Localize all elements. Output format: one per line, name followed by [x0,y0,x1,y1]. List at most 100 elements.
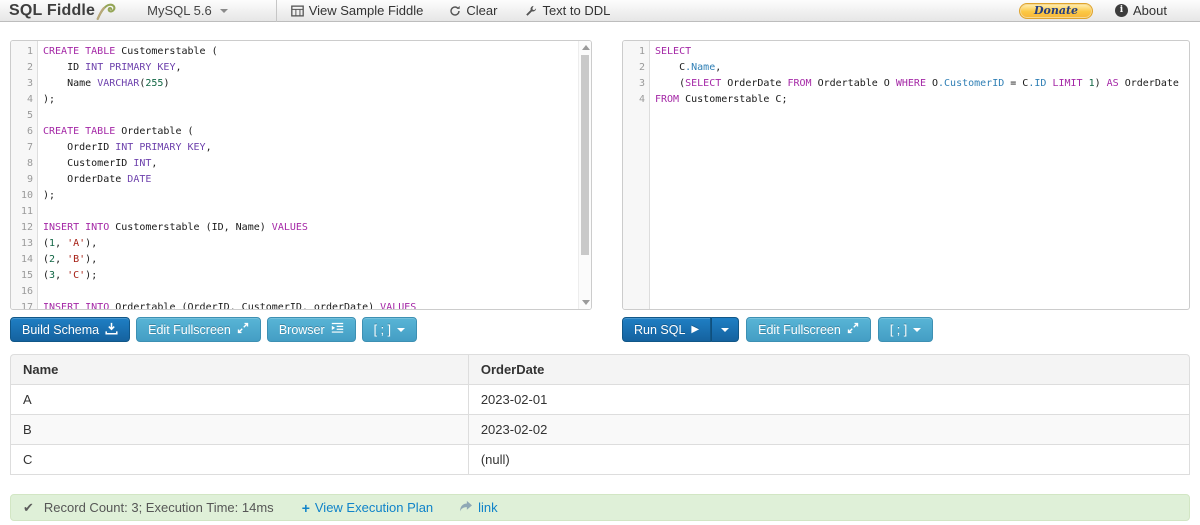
scrollbar-down-arrow-icon[interactable] [582,300,590,305]
table-cell: 2023-02-01 [467,384,1190,414]
play-icon: ▶ [691,323,700,335]
share-arrow-icon [459,500,473,515]
code-line: 15 (3, 'C'); [11,268,591,284]
query-terminator-dropdown[interactable]: [ ; ] [877,317,934,342]
line-number: 1 [638,46,645,57]
code-line: 17 INSERT INTO Ordertable (OrderID, Custo… [11,300,591,310]
app-logo[interactable]: SQL Fiddle [9,2,117,20]
table-cell: (null) [467,444,1190,475]
query-actions: Run SQL ▶ Edit Fullscreen [ ; ] [622,317,934,342]
db-version-dropdown[interactable]: MySQL 5.6 [147,3,228,18]
table-row: C (null) [10,444,1190,475]
line-number: 12 [20,222,33,233]
chevron-down-icon [721,327,730,332]
results-panel: Name OrderDate A 2023-02-01 B 2023-02-02 C (nu… [10,354,1190,475]
line-number: 1 [26,46,33,57]
code-line: 1 SELECT [623,44,1189,60]
expand-arrows-icon [847,322,859,337]
results-header-row: Name OrderDate [10,354,1190,384]
line-number: 14 [20,254,33,265]
code-line: 8 CustomerID INT, [11,156,591,172]
permalink-label: link [478,500,498,515]
code-line: 16 [11,284,591,300]
indent-list-icon [331,322,344,337]
scrollbar-up-arrow-icon[interactable] [582,45,590,50]
record-count-text: Record Count: 3; Execution Time: 14ms [43,500,274,515]
execution-status-bar: ✔ Record Count: 3; Execution Time: 14ms … [10,494,1190,521]
query-editor[interactable]: 1 SELECT 2 C.Name, 3 (SELECT OrderDate FROM… [622,40,1190,310]
results-column-header: Name [10,354,468,384]
code-line: 4); [11,92,591,108]
code-line: 13 (1, 'A'), [11,236,591,252]
code-line: 7 OrderID INT PRIMARY KEY, [11,140,591,156]
table-cell: A [10,384,468,414]
success-check-icon: ✔ [23,499,34,515]
line-number: 11 [20,206,33,217]
permalink-link[interactable]: link [459,500,498,515]
donate-label: Donate [1033,4,1079,17]
schema-terminator-dropdown[interactable]: [ ; ] [361,317,418,342]
plus-icon: + [301,499,310,516]
edit-fullscreen-label: Edit Fullscreen [758,322,841,337]
refresh-icon [449,5,461,17]
scrollbar-thumb[interactable] [581,55,589,255]
line-number: 8 [26,158,33,169]
fiddlehead-logo-icon [96,2,117,20]
clear-button[interactable]: Clear [449,3,497,18]
text-to-ddl-button[interactable]: Text to DDL [525,3,610,18]
info-icon: i [1115,4,1129,17]
line-number: 13 [20,238,33,249]
build-schema-button[interactable]: Build Schema [10,317,131,342]
wrench-icon [525,5,537,17]
view-sample-fiddle-label: View Sample Fiddle [308,3,424,18]
top-toolbar: SQL Fiddle MySQL 5.6 View Sample Fiddle [0,0,1200,22]
code-line: 6 CREATE TABLE Ordertable ( [11,124,591,140]
schema-actions: Build Schema Edit Fullscreen Browser [;… [10,317,418,342]
code-line: 11 [11,204,591,220]
expand-arrows-icon [237,322,249,337]
line-number: 5 [26,110,33,121]
code-line: 14 (2, 'B'), [11,252,591,268]
table-cell: 2023-02-02 [467,414,1190,444]
line-number: 9 [26,174,33,185]
line-number: 3 [26,78,33,89]
chevron-down-icon [913,327,922,332]
view-execution-plan-label: View Execution Plan [314,500,434,515]
app-title: SQL Fiddle [9,1,96,19]
table-cell: B [10,414,468,444]
line-number: 6 [26,126,33,137]
download-icon [105,322,118,338]
view-execution-plan-link[interactable]: + View Execution Plan [302,500,433,516]
line-number: 4 [638,94,645,105]
line-number: 17 [20,302,33,310]
db-version-label: MySQL 5.6 [147,3,212,18]
browser-button[interactable]: Browser [266,317,356,342]
code-line: 3 (SELECT OrderDate FROM Ordertable O WH… [623,76,1189,92]
code-line: 4 FROM Customerstable C; [623,92,1189,108]
build-schema-label: Build Schema [22,322,100,337]
about-button[interactable]: i About [1115,3,1167,18]
query-edit-fullscreen-button[interactable]: Edit Fullscreen [746,317,871,342]
code-line: 1 CREATE TABLE Customerstable ( [11,44,591,60]
schema-edit-fullscreen-button[interactable]: Edit Fullscreen [136,317,261,342]
terminator-label: [ ; ] [373,322,392,337]
run-sql-button[interactable]: Run SQL ▶ [622,317,712,342]
run-sql-dropdown[interactable] [711,317,740,342]
code-line: 5 [11,108,591,124]
browser-label: Browser [278,322,325,337]
toolbar-divider [275,0,277,22]
schema-editor[interactable]: 1 CREATE TABLE Customerstable (2 ID INT P… [10,40,592,310]
line-number: 2 [26,62,33,73]
table-row: B 2023-02-02 [10,414,1190,444]
line-number: 2 [638,62,645,73]
donate-button[interactable]: Donate [1019,2,1094,19]
table-grid-icon [290,4,304,17]
code-line: 10); [11,188,591,204]
line-number: 15 [20,270,33,281]
editor-scrollbar[interactable] [578,41,591,309]
table-cell: C [10,444,468,475]
view-sample-fiddle-button[interactable]: View Sample Fiddle [290,3,424,18]
code-line: 12 INSERT INTO Customerstable (ID, Name) … [11,220,591,236]
line-number: 7 [26,142,33,153]
code-line: 9 OrderDate DATE [11,172,591,188]
